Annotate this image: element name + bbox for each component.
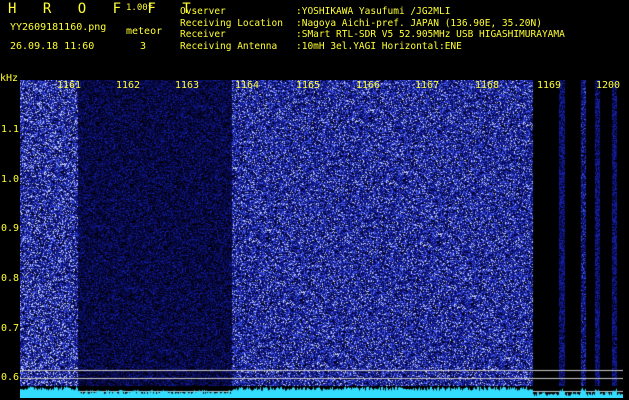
station-key: Receiving Location (180, 17, 283, 29)
station-row: Ovserver :YOSHIKAWA Yasufumi /JG2MLI (180, 6, 565, 18)
y-tick-label: 1.1 (1, 124, 20, 135)
x-tick-label: 1163 (175, 80, 200, 91)
station-value: :10mH 3el.YAGI Horizontal:ENE (296, 40, 462, 52)
datetime-label: 26.09.18 11:60 (10, 41, 95, 52)
x-tick-label: 1166 (356, 80, 381, 91)
station-value: :YOSHIKAWA Yasufumi /JG2MLI (296, 6, 451, 17)
x-tick-label: 1161 (57, 80, 82, 91)
station-value: :Nagoya Aichi-pref. JAPAN (136.90E, 35.2… (296, 17, 542, 29)
y-tick-label: 0.9 (1, 223, 20, 234)
station-info: Ovserver :YOSHIKAWA Yasufumi /JG2MLI Rece… (180, 6, 565, 52)
x-tick-label: 1169 (537, 80, 562, 91)
x-tick-label: 1168 (475, 80, 500, 91)
station-key: Receiving Antenna (180, 40, 278, 52)
x-tick-label: 1162 (116, 80, 141, 91)
station-value: :SMart RTL-SDR V5 52.905MHz USB HIGASHIM… (296, 29, 565, 40)
y-tick-label: 0.8 (1, 273, 20, 284)
station-key: Ovserver (180, 6, 226, 17)
app-brand: H R O F F T (8, 1, 200, 17)
meteor-count: 3 (140, 41, 147, 52)
station-row: Receiving Location :Nagoya Aichi-pref. JA… (180, 18, 565, 30)
spectrogram-canvas (20, 80, 623, 398)
x-tick-label: 1164 (235, 80, 260, 91)
station-row: Receiver :SMart RTL-SDR V5 52.905MHz USB … (180, 29, 565, 41)
mode-label: meteor (126, 26, 163, 37)
app-version: 1.00f (126, 3, 154, 13)
y-tick-label: 0.7 (1, 323, 20, 334)
x-tick-label: 1167 (415, 80, 440, 91)
station-key: Receiver (180, 29, 226, 40)
y-tick-label: 0.6 (1, 372, 20, 383)
y-tick-label: 1.0 (1, 174, 20, 185)
station-row: Receiving Antenna :10mH 3el.YAGI Horizont… (180, 41, 565, 53)
x-tick-label: 1165 (296, 80, 321, 91)
y-axis-unit: kHz (0, 73, 19, 84)
file-name: YY2609181160.png (10, 22, 107, 33)
x-tick-label: 1200 (596, 80, 621, 91)
